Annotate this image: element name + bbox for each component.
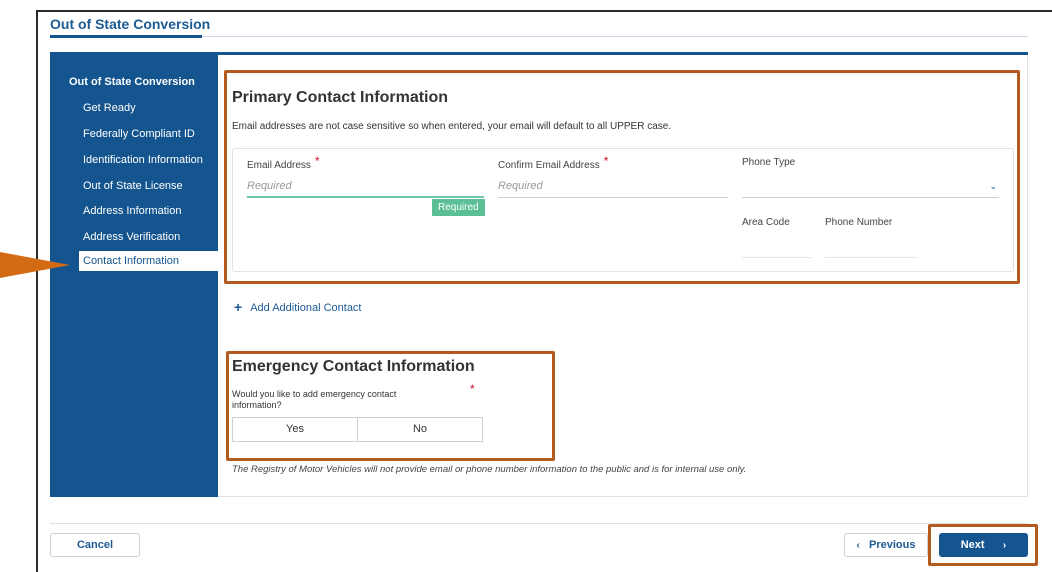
primary-contact-helper: Email addresses are not case sensitive s… bbox=[232, 121, 672, 132]
previous-button[interactable]: ‹ Previous bbox=[844, 533, 928, 557]
area-code-label: Area Code bbox=[742, 217, 790, 228]
page-title: Out of State Conversion bbox=[50, 16, 211, 32]
email-required-tag: Required bbox=[432, 199, 485, 216]
sidebar-heading[interactable]: Out of State Conversion bbox=[69, 76, 195, 88]
plus-icon: + bbox=[234, 299, 243, 315]
email-field[interactable]: Required bbox=[247, 176, 484, 198]
phone-type-label: Phone Type bbox=[742, 157, 796, 168]
emergency-contact-toggle: Yes No bbox=[232, 417, 483, 442]
sidebar-item-get-ready[interactable]: Get Ready bbox=[83, 98, 218, 118]
area-code-field[interactable] bbox=[742, 257, 812, 258]
cancel-button[interactable]: Cancel bbox=[50, 533, 140, 557]
phone-number-label: Phone Number bbox=[825, 217, 893, 228]
required-marker: * bbox=[470, 382, 475, 396]
privacy-disclaimer: The Registry of Motor Vehicles will not … bbox=[232, 464, 747, 475]
sidebar-item-identification-information[interactable]: Identification Information bbox=[83, 150, 218, 170]
pointer-arrow-icon bbox=[0, 252, 70, 278]
sidebar-item-address-information[interactable]: Address Information bbox=[83, 201, 218, 221]
footer-divider bbox=[50, 523, 1028, 524]
emergency-no-option[interactable]: No bbox=[357, 418, 482, 441]
phone-type-select[interactable]: ⌄ bbox=[742, 176, 999, 198]
primary-contact-title: Primary Contact Information bbox=[232, 89, 449, 106]
primary-contact-card bbox=[232, 148, 1014, 272]
sidebar-item-federally-compliant-id[interactable]: Federally Compliant ID bbox=[83, 124, 218, 144]
next-button-highlight bbox=[928, 524, 1038, 566]
phone-number-field[interactable] bbox=[825, 257, 917, 258]
sidebar-item-contact-information[interactable]: Contact Information bbox=[79, 251, 218, 271]
confirm-email-field[interactable]: Required bbox=[498, 176, 728, 198]
screenshot-frame-left bbox=[36, 10, 38, 572]
sidebar-nav: Out of State Conversion Get Ready Federa… bbox=[50, 55, 218, 497]
title-underline bbox=[50, 35, 202, 38]
email-label: Email Address * bbox=[247, 154, 320, 171]
emergency-yes-option[interactable]: Yes bbox=[233, 418, 357, 441]
required-marker: * bbox=[603, 154, 609, 168]
screenshot-frame-top bbox=[36, 10, 1052, 12]
add-additional-contact-link[interactable]: + Add Additional Contact bbox=[234, 298, 362, 315]
confirm-email-label: Confirm Email Address * bbox=[498, 154, 609, 171]
emergency-contact-question: Would you like to add emergency contact … bbox=[232, 389, 397, 410]
sidebar-item-address-verification[interactable]: Address Verification bbox=[83, 227, 218, 247]
required-marker: * bbox=[314, 154, 320, 168]
chevron-left-icon: ‹ bbox=[856, 540, 860, 551]
sidebar-item-out-of-state-license[interactable]: Out of State License bbox=[83, 176, 218, 196]
emergency-contact-title: Emergency Contact Information bbox=[232, 358, 475, 375]
chevron-down-icon: ⌄ bbox=[989, 181, 997, 191]
